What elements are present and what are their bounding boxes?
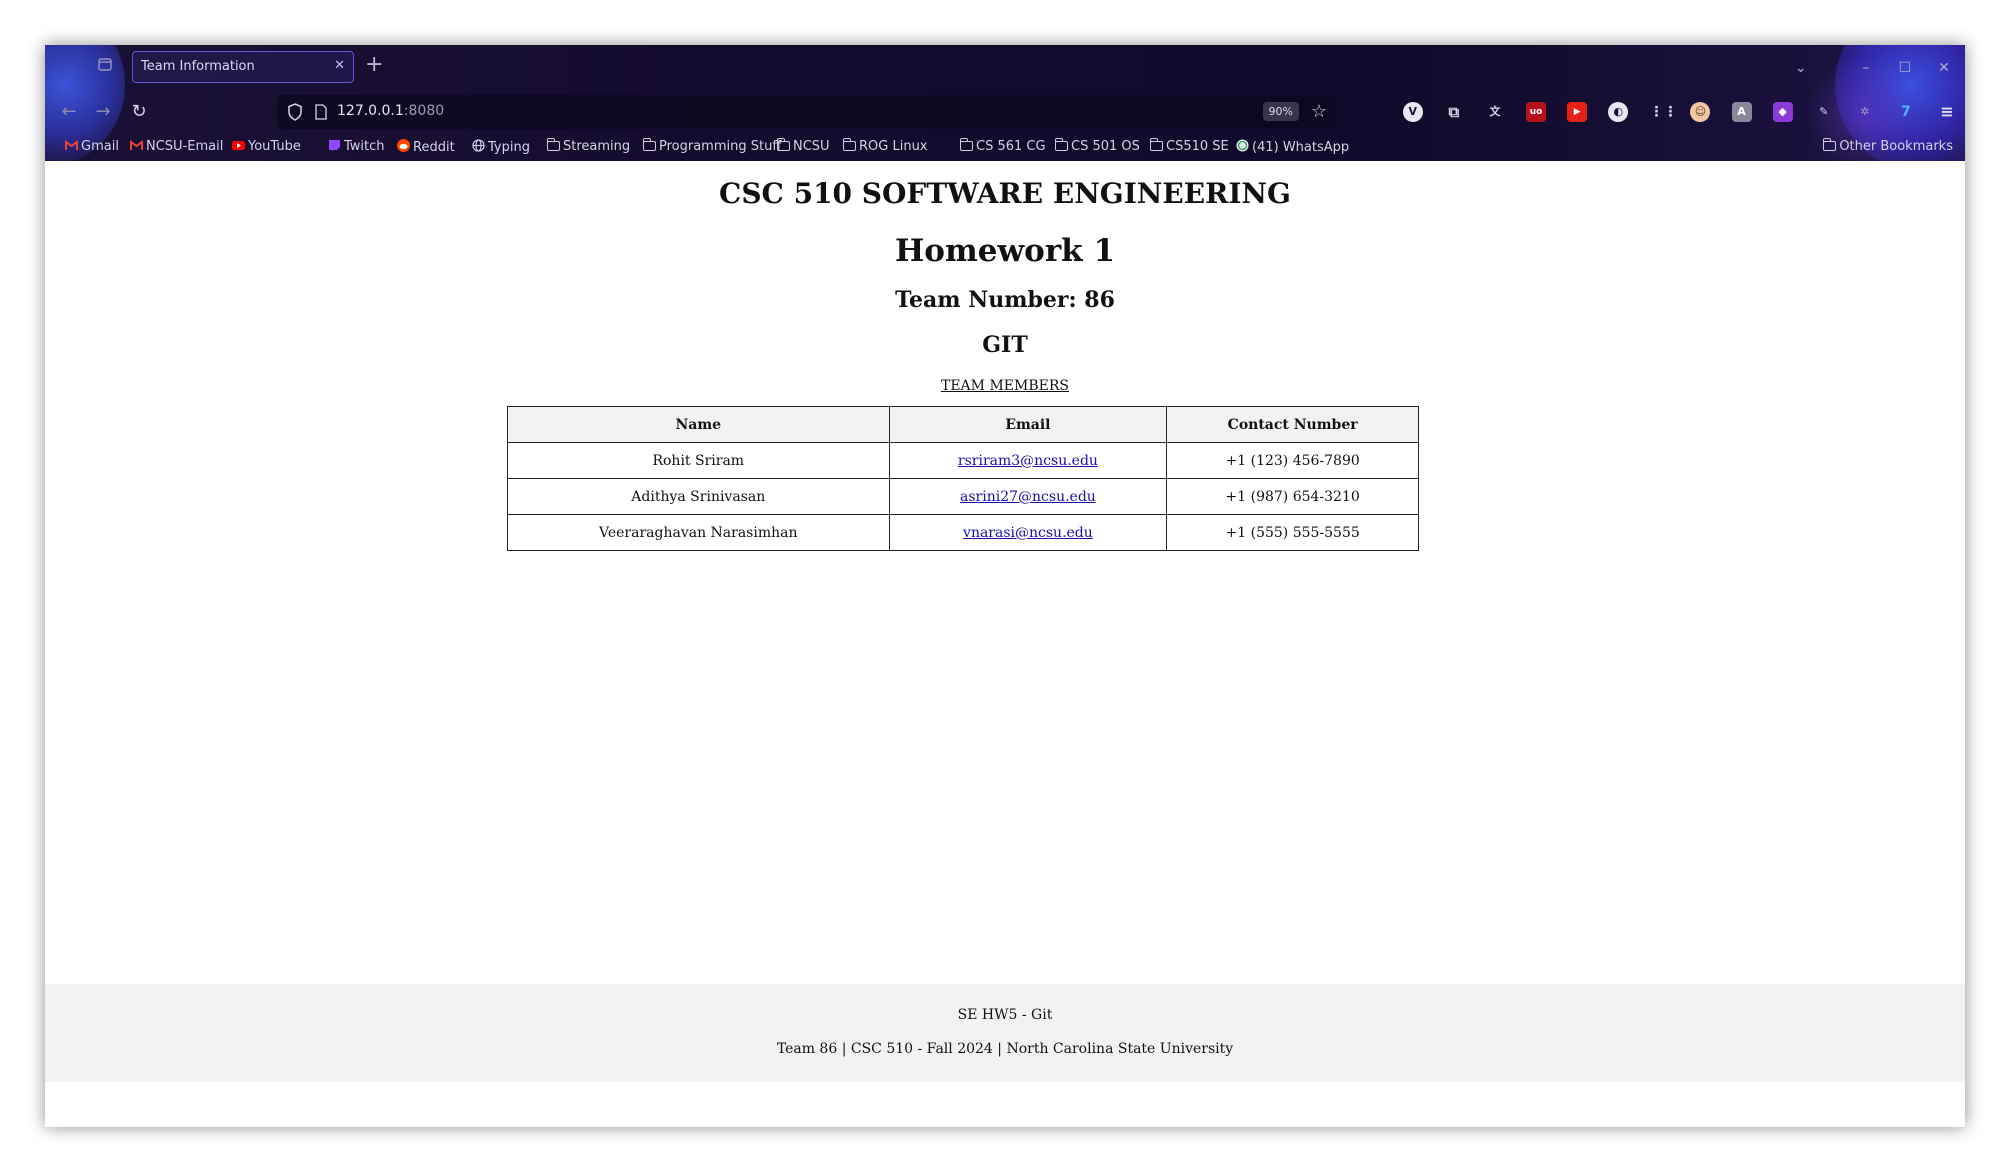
reddit-icon: [397, 139, 410, 152]
maximize-icon[interactable]: ☐: [1894, 58, 1916, 78]
member-phone: +1 (555) 555-5555: [1166, 514, 1419, 551]
url-text[interactable]: 127.0.0.1:8080: [337, 103, 444, 119]
column-header-contact: Contact Number: [1166, 406, 1419, 443]
table-row: Adithya Srinivasan asrini27@ncsu.edu +1 …: [507, 478, 1419, 515]
topic-heading: GIT: [982, 332, 1028, 358]
zoom-level-badge[interactable]: 90%: [1262, 102, 1299, 121]
nav-bar: ← → ↻ 127.0.0.1:8080 90% ☆ V ⧉ 文 uo ▶ ◐ …: [45, 89, 1965, 133]
page-footer: SE HW5 - Git Team 86 | CSC 510 - Fall 20…: [45, 984, 1965, 1082]
member-name: Adithya Srinivasan: [507, 478, 890, 515]
bookmark-folder-other[interactable]: Other Bookmarks: [1823, 138, 1953, 157]
bookmark-folder-cs561[interactable]: CS 561 CG: [960, 138, 1046, 157]
member-email-cell: rsriram3@ncsu.edu: [888, 442, 1168, 479]
column-header-name: Name: [507, 406, 890, 443]
tab-close-icon[interactable]: ✕: [334, 58, 345, 73]
gmail-icon: [130, 140, 143, 151]
bookmark-reddit[interactable]: Reddit: [397, 139, 455, 157]
member-name: Rohit Sriram: [507, 442, 890, 479]
member-email-cell: vnarasi@ncsu.edu: [888, 514, 1168, 551]
bookmark-folder-cs510[interactable]: CS510 SE: [1150, 138, 1229, 157]
folder-icon: [1055, 138, 1068, 151]
tab-bar: Team Information ✕ + ⌄ – ☐ ✕: [45, 45, 1965, 89]
whatsapp-icon: [1236, 139, 1249, 152]
table-header-row: Name Email Contact Number: [507, 406, 1419, 443]
bookmark-folder-streaming[interactable]: Streaming: [547, 138, 630, 157]
column-header-email: Email: [888, 406, 1168, 443]
ublock-icon[interactable]: uo: [1526, 101, 1547, 122]
member-email-link[interactable]: rsriram3@ncsu.edu: [958, 453, 1098, 469]
browser-chrome: Team Information ✕ + ⌄ – ☐ ✕ ← → ↻ 127.0…: [45, 45, 1965, 161]
member-email-link[interactable]: asrini27@ncsu.edu: [960, 489, 1096, 505]
page-title: CSC 510 SOFTWARE ENGINEERING: [719, 177, 1291, 210]
member-phone: +1 (987) 654-3210: [1166, 478, 1419, 515]
bookmark-gmail[interactable]: Gmail: [65, 139, 119, 157]
bookmark-folder-cs501[interactable]: CS 501 OS: [1055, 138, 1140, 157]
browser-window: Team Information ✕ + ⌄ – ☐ ✕ ← → ↻ 127.0…: [45, 45, 1965, 1127]
close-window-icon[interactable]: ✕: [1933, 58, 1955, 78]
tab-list-chevron-icon[interactable]: ⌄: [1790, 58, 1812, 78]
table-row: Rohit Sriram rsriram3@ncsu.edu +1 (123) …: [507, 442, 1419, 479]
apps-grid-icon[interactable]: ⋮⋮: [1649, 102, 1677, 122]
bug-extension-icon[interactable]: ✲: [1855, 102, 1875, 122]
bookmark-folder-rog-linux[interactable]: ROG Linux: [843, 138, 928, 157]
bookmark-youtube[interactable]: YouTube: [232, 139, 301, 157]
bookmark-typing[interactable]: Typing: [472, 139, 530, 157]
folder-icon: [1823, 138, 1837, 151]
cube-extension-icon[interactable]: ◆: [1772, 101, 1793, 122]
extension-toolbar: V ⧉ 文 uo ▶ ◐ ⋮⋮ ☺ A ◆ ✎ ✲ 7 ≡: [1387, 101, 1957, 123]
menu-icon[interactable]: ≡: [1937, 102, 1957, 122]
folder-icon: [547, 138, 560, 151]
homework-heading: Homework 1: [894, 233, 1116, 269]
page-content: CSC 510 SOFTWARE ENGINEERING Homework 1 …: [45, 161, 1965, 1127]
tab-overview-icon[interactable]: [93, 55, 117, 79]
shield-icon[interactable]: [287, 103, 303, 121]
minimize-icon[interactable]: –: [1855, 58, 1877, 78]
folder-icon: [1150, 138, 1163, 151]
bookmark-folder-programming[interactable]: Programming Stuff: [643, 138, 781, 157]
bookmark-whatsapp[interactable]: (41) WhatsApp: [1236, 139, 1349, 157]
bookmark-folder-ncsu[interactable]: NCSU: [777, 138, 830, 157]
folder-icon: [643, 138, 656, 151]
script-extension-icon[interactable]: A: [1731, 101, 1752, 122]
footer-title: SE HW5 - Git: [957, 1007, 1053, 1023]
folder-icon: [777, 138, 790, 151]
address-bar[interactable]: 127.0.0.1:8080 90% ☆: [277, 95, 1337, 129]
folder-icon: [843, 138, 856, 151]
team-number-heading: Team Number: 86: [895, 287, 1115, 313]
youtube-extension-icon[interactable]: ▶: [1567, 101, 1588, 122]
twitch-icon: [328, 140, 341, 151]
tab-title: Team Information: [141, 59, 255, 74]
member-email-link[interactable]: vnarasi@ncsu.edu: [963, 525, 1093, 541]
globe-icon: [472, 139, 485, 152]
team-members-table: Name Email Contact Number Rohit Sriram r…: [507, 406, 1419, 551]
avatar-extension-icon[interactable]: ☺: [1690, 101, 1711, 122]
privacy-extension-icon[interactable]: ◐: [1608, 101, 1629, 122]
table-row: Veeraraghavan Narasimhan vnarasi@ncsu.ed…: [507, 514, 1419, 551]
bookmark-twitch[interactable]: Twitch: [328, 139, 385, 157]
extensions-puzzle-icon[interactable]: ⧉: [1444, 102, 1464, 122]
member-email-cell: asrini27@ncsu.edu: [888, 478, 1168, 515]
translate-icon[interactable]: 文: [1485, 102, 1505, 122]
window-controls: ⌄ – ☐ ✕: [1778, 57, 1955, 77]
page-icon: [315, 104, 327, 120]
code-extension-icon[interactable]: 7: [1896, 102, 1916, 122]
reload-icon[interactable]: ↻: [127, 100, 151, 124]
youtube-icon: [232, 140, 245, 151]
gmail-icon: [65, 140, 78, 151]
team-members-heading: TEAM MEMBERS: [941, 378, 1069, 394]
folder-icon: [960, 138, 973, 151]
bookmark-ncsu-email[interactable]: NCSU-Email: [130, 139, 223, 157]
member-phone: +1 (123) 456-7890: [1166, 442, 1419, 479]
bookmark-star-icon[interactable]: ☆: [1311, 101, 1327, 122]
vivaldi-extension-icon[interactable]: V: [1402, 101, 1423, 122]
footer-credits: Team 86 | CSC 510 - Fall 2024 | North Ca…: [776, 1041, 1234, 1057]
back-icon[interactable]: ←: [57, 100, 81, 124]
browser-tab[interactable]: Team Information ✕: [132, 51, 354, 83]
pen-extension-icon[interactable]: ✎: [1814, 102, 1834, 122]
forward-icon[interactable]: →: [91, 100, 115, 124]
new-tab-icon[interactable]: +: [365, 53, 383, 77]
member-name: Veeraraghavan Narasimhan: [507, 514, 890, 551]
bookmarks-bar: Gmail NCSU-Email YouTube Twitch Reddit T…: [45, 133, 1965, 161]
